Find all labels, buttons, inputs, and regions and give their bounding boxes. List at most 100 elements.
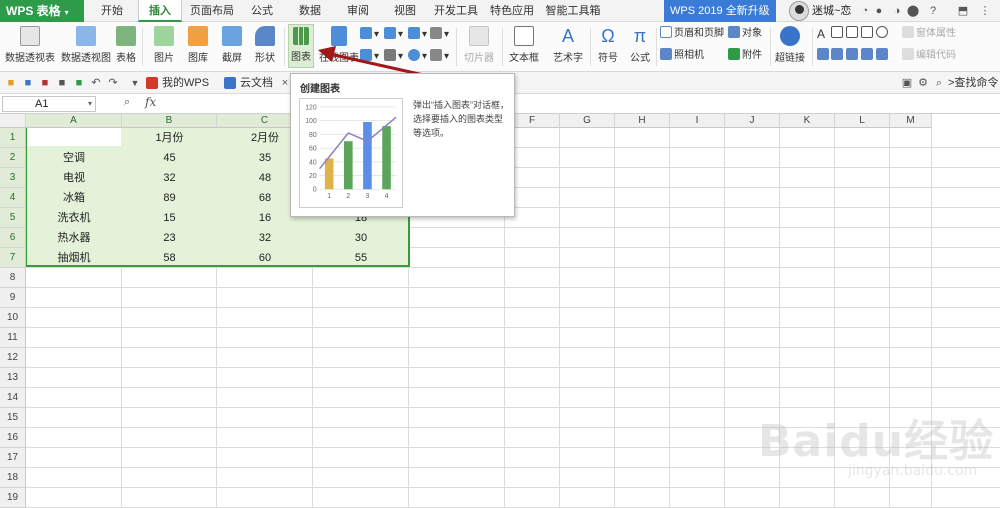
active-cell[interactable] xyxy=(27,128,121,146)
row-header-9[interactable]: 9 xyxy=(0,288,26,308)
textbox-button[interactable]: 文本框 xyxy=(506,24,542,68)
zoom-icon[interactable]: ⌕ xyxy=(124,96,130,109)
tab-insert[interactable]: 插入 xyxy=(138,0,182,22)
header-footer-button[interactable]: 页眉和页脚 xyxy=(660,25,724,43)
edit-code-button[interactable]: 编辑代码 xyxy=(902,47,956,65)
row-header-19[interactable]: 19 xyxy=(0,488,26,508)
column-header-h[interactable]: H xyxy=(615,114,670,128)
object-button[interactable]: 对象 xyxy=(728,25,762,43)
row-header-8[interactable]: 8 xyxy=(0,268,26,288)
row-header-2[interactable]: 2 xyxy=(0,148,26,168)
row-header-14[interactable]: 14 xyxy=(0,388,26,408)
table-button[interactable]: 表格 xyxy=(114,24,138,68)
collapse-ribbon-icon[interactable]: ⬒ xyxy=(956,4,970,18)
hyperlink-button[interactable]: 超链接 xyxy=(772,24,808,68)
slicer-button[interactable]: 切片器 xyxy=(460,24,498,68)
name-box[interactable]: A1 ▾ xyxy=(2,96,96,112)
undo-icon[interactable]: ↶ xyxy=(89,76,103,90)
help-icon[interactable]: ? xyxy=(926,4,940,18)
doc-tab-cloud[interactable]: 云文档 xyxy=(222,72,273,94)
column-header-l[interactable]: L xyxy=(835,114,890,128)
pivot-table-button[interactable]: 数据透视表 xyxy=(4,24,56,68)
export-pdf-icon[interactable]: ■ xyxy=(38,76,52,90)
cell-a5[interactable]: 洗衣机 xyxy=(26,208,122,228)
cell-a4[interactable]: 冰箱 xyxy=(26,188,122,208)
open-folder-icon[interactable]: ■ xyxy=(4,76,18,90)
gallery-button[interactable]: 图库 xyxy=(182,24,214,68)
column-header-k[interactable]: K xyxy=(780,114,835,128)
save-cloud-icon[interactable]: ⬤ xyxy=(906,4,920,18)
cell-c6[interactable]: 32 xyxy=(217,228,313,248)
column-header-g[interactable]: G xyxy=(560,114,615,128)
row-header-16[interactable]: 16 xyxy=(0,428,26,448)
tab-page-layout[interactable]: 页面布局 xyxy=(186,0,238,22)
form-checkbox-control[interactable] xyxy=(861,25,875,43)
cell-d6[interactable]: 30 xyxy=(313,228,409,248)
cell-b5[interactable]: 15 xyxy=(122,208,217,228)
tab-data[interactable]: 数据 xyxy=(290,0,330,22)
skin-icon[interactable]: ● xyxy=(872,4,886,18)
column-header-i[interactable]: I xyxy=(670,114,725,128)
column-header-m[interactable]: M xyxy=(890,114,932,128)
form-listbox-control[interactable] xyxy=(817,47,831,65)
row-header-6[interactable]: 6 xyxy=(0,228,26,248)
fx-icon[interactable]: fx xyxy=(145,95,156,109)
row-header-11[interactable]: 11 xyxy=(0,328,26,348)
radar-chart-dropdown[interactable]: ▾ xyxy=(430,48,449,66)
search-icon[interactable]: ⌕ xyxy=(932,76,946,90)
cell-b3[interactable]: 32 xyxy=(122,168,217,188)
share-icon[interactable]: ◑ xyxy=(890,4,904,18)
user-name[interactable]: 迷城~恋 xyxy=(812,0,851,22)
row-header-18[interactable]: 18 xyxy=(0,468,26,488)
pivot-chart-button[interactable]: 数据透视图 xyxy=(60,24,112,68)
form-properties-button[interactable]: 窗体属性 xyxy=(902,25,956,43)
cell-b1[interactable]: 1月份 xyxy=(122,128,217,148)
cell-d7[interactable]: 55 xyxy=(313,248,409,268)
select-all-corner[interactable] xyxy=(0,114,26,128)
redo-icon[interactable]: ↷ xyxy=(106,76,120,90)
row-header-12[interactable]: 12 xyxy=(0,348,26,368)
tab-view[interactable]: 视图 xyxy=(385,0,425,22)
avatar[interactable] xyxy=(789,1,809,21)
row-header-1[interactable]: 1 xyxy=(0,128,26,148)
gear-icon[interactable]: ⚙ xyxy=(916,76,930,90)
upgrade-banner[interactable]: WPS 2019 全新升级 xyxy=(664,0,776,22)
tab-review[interactable]: 审阅 xyxy=(338,0,378,22)
app-menu-button[interactable]: WPS 表格 ▾ xyxy=(0,0,84,22)
tab-home[interactable]: 开始 xyxy=(90,0,134,22)
cell-a2[interactable]: 空调 xyxy=(26,148,122,168)
cell-a3[interactable]: 电视 xyxy=(26,168,122,188)
screenshot-button[interactable]: 截屏 xyxy=(216,24,248,68)
row-header-5[interactable]: 5 xyxy=(0,208,26,228)
symbol-button[interactable]: Ω 符号 xyxy=(594,24,622,68)
clock-icon[interactable]: ◔ xyxy=(858,4,872,18)
form-spinner-control[interactable] xyxy=(861,47,875,65)
tab-formulas[interactable]: 公式 xyxy=(243,0,281,22)
tab-smart-tools[interactable]: 智能工具箱 xyxy=(540,0,606,22)
form-button-control[interactable] xyxy=(831,25,845,43)
wordart-button[interactable]: A 艺术字 xyxy=(546,24,590,68)
form-groupbox-control[interactable] xyxy=(846,25,860,43)
row-header-10[interactable]: 10 xyxy=(0,308,26,328)
row-header-13[interactable]: 13 xyxy=(0,368,26,388)
form-textbox-control[interactable] xyxy=(876,47,890,65)
form-radio-control[interactable] xyxy=(876,25,890,43)
column-header-j[interactable]: J xyxy=(725,114,780,128)
form-combobox-control[interactable] xyxy=(831,47,845,65)
attachment-button[interactable]: 附件 xyxy=(728,47,762,65)
form-label-control[interactable]: A xyxy=(817,25,825,43)
cell-a7[interactable]: 抽烟机 xyxy=(26,248,122,268)
save-icon[interactable]: ■ xyxy=(21,76,35,90)
row-header-15[interactable]: 15 xyxy=(0,408,26,428)
cell-c7[interactable]: 60 xyxy=(217,248,313,268)
doc-tab-my-wps[interactable]: 我的WPS xyxy=(144,72,209,94)
row-header-7[interactable]: 7 xyxy=(0,248,26,268)
find-command-input[interactable]: >查找命令 xyxy=(948,72,998,94)
cell-a6[interactable]: 热水器 xyxy=(26,228,122,248)
print-preview-icon[interactable]: ■ xyxy=(72,76,86,90)
tab-developer[interactable]: 开发工具 xyxy=(430,0,482,22)
row-header-17[interactable]: 17 xyxy=(0,448,26,468)
cell-b2[interactable]: 45 xyxy=(122,148,217,168)
column-header-b[interactable]: B xyxy=(122,114,217,128)
cell-b6[interactable]: 23 xyxy=(122,228,217,248)
